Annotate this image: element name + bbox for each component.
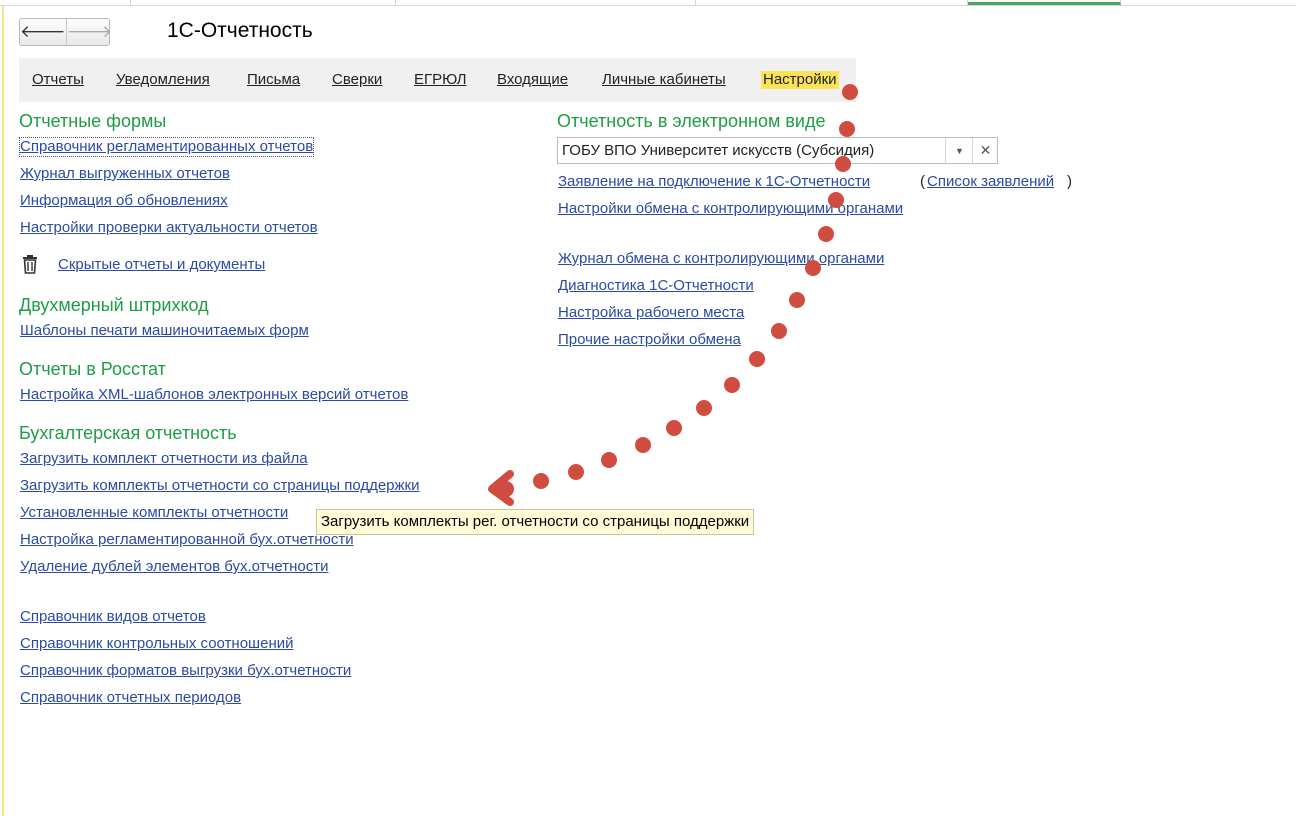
link-update-information[interactable]: Информация об обновлениях <box>20 192 228 210</box>
arrow-head <box>488 470 514 506</box>
link-uploaded-reports-journal[interactable]: Журнал выгруженных отчетов <box>20 165 230 183</box>
section-title-rosstat: Отчеты в Росстат <box>19 359 166 379</box>
link-reporting-periods-directory[interactable]: Справочник отчетных периодов <box>20 689 241 707</box>
trash-icon <box>23 255 37 274</box>
tab-notifications[interactable]: Уведомления <box>116 71 210 89</box>
applications-open-paren: ( <box>920 173 925 190</box>
section-title-barcode: Двухмерный штрихкод <box>19 295 209 315</box>
annotation-dot <box>839 121 855 137</box>
navigation-buttons: 🡐 🡒 <box>19 18 113 46</box>
link-exchange-settings[interactable]: Настройки обмена с контролирующими орган… <box>558 200 903 218</box>
arrow-right-icon: 🡒 <box>66 22 113 41</box>
link-load-from-file[interactable]: Загрузить комплект отчетности из файла <box>20 450 308 468</box>
window-left-border <box>2 6 4 816</box>
tab-egrul[interactable]: ЕГРЮЛ <box>414 71 466 89</box>
link-installed-sets[interactable]: Установленные комплекты отчетности <box>20 504 288 522</box>
applications-close-paren: ) <box>1067 173 1072 190</box>
annotation-dot <box>498 481 514 497</box>
annotation-dot <box>771 323 787 339</box>
tab-incoming[interactable]: Входящие <box>497 71 568 89</box>
annotation-dot <box>601 452 617 468</box>
tab-letters[interactable]: Письма <box>247 71 300 89</box>
tooltip: Загрузить комплекты рег. отчетности со с… <box>316 509 755 535</box>
back-button[interactable]: 🡐 <box>20 19 67 45</box>
link-load-from-support[interactable]: Загрузить комплекты отчетности со страни… <box>20 477 420 495</box>
link-connection-application[interactable]: Заявление на подключение к 1С-Отчетности <box>558 173 870 191</box>
annotation-dot <box>635 437 651 453</box>
window-tab-strip <box>0 0 1296 6</box>
annotation-dot <box>724 377 740 393</box>
link-accounting-settings[interactable]: Настройка регламентированной бух.отчетно… <box>20 531 354 549</box>
link-exchange-journal[interactable]: Журнал обмена с контролирующими органами <box>558 250 884 268</box>
link-remove-duplicates[interactable]: Удаление дублей элементов бух.отчетности <box>20 558 328 576</box>
section-title-report-forms: Отчетные формы <box>19 111 167 131</box>
window-tab[interactable] <box>395 0 696 5</box>
annotation-dot <box>818 226 834 242</box>
link-other-exchange-settings[interactable]: Прочие настройки обмена <box>558 331 741 349</box>
tab-settings[interactable]: Настройки <box>761 71 839 89</box>
forward-button[interactable]: 🡒 <box>67 19 113 45</box>
annotation-dot <box>789 292 805 308</box>
section-title-electronic-reporting: Отчетность в электронном виде <box>557 111 826 131</box>
window-tab[interactable] <box>695 0 968 5</box>
annotation-dot <box>568 464 584 480</box>
link-report-types-directory[interactable]: Справочник видов отчетов <box>20 608 206 626</box>
arrow-left-icon: 🡐 <box>20 22 66 41</box>
tab-reconciliations[interactable]: Сверки <box>332 71 382 89</box>
link-export-formats-directory[interactable]: Справочник форматов выгрузки бух.отчетно… <box>20 662 351 680</box>
section-title-accounting: Бухгалтерская отчетность <box>19 423 237 443</box>
window-tab[interactable] <box>0 0 131 5</box>
section-tabs-bar: Отчеты Уведомления Письма Сверки ЕГРЮЛ В… <box>19 58 856 102</box>
link-control-ratios-directory[interactable]: Справочник контрольных соотношений <box>20 635 293 653</box>
link-applications-list[interactable]: Список заявлений <box>927 173 1054 191</box>
organization-value: ГОБУ ВПО Университет искусств (Субсидия) <box>562 142 875 159</box>
annotation-dot <box>666 420 682 436</box>
link-xml-templates[interactable]: Настройка XML-шаблонов электронных верси… <box>20 386 408 404</box>
link-hidden-reports[interactable]: Скрытые отчеты и документы <box>58 256 265 274</box>
link-diagnostics[interactable]: Диагностика 1С-Отчетности <box>558 277 754 295</box>
clear-icon[interactable]: ✕ <box>972 138 998 163</box>
page-title: 1С-Отчетность <box>167 19 313 42</box>
annotation-dot <box>696 400 712 416</box>
window-tab[interactable] <box>130 0 396 5</box>
tab-reports[interactable]: Отчеты <box>32 71 84 89</box>
annotation-dot <box>749 351 765 367</box>
organization-select[interactable]: ГОБУ ВПО Университет искусств (Субсидия)… <box>557 137 998 164</box>
annotation-dot <box>533 473 549 489</box>
link-relevance-check-settings[interactable]: Настройки проверки актуальности отчетов <box>20 219 318 237</box>
link-regulated-reports-directory[interactable]: Справочник регламентированных отчетов <box>18 137 315 157</box>
dropdown-icon[interactable]: ▼ <box>945 138 973 163</box>
tab-personal-accounts[interactable]: Личные кабинеты <box>602 71 726 89</box>
window-tab-active[interactable] <box>968 0 1121 5</box>
link-barcode-templates[interactable]: Шаблоны печати машиночитаемых форм <box>20 322 309 340</box>
link-workplace-settings[interactable]: Настройка рабочего места <box>558 304 744 322</box>
